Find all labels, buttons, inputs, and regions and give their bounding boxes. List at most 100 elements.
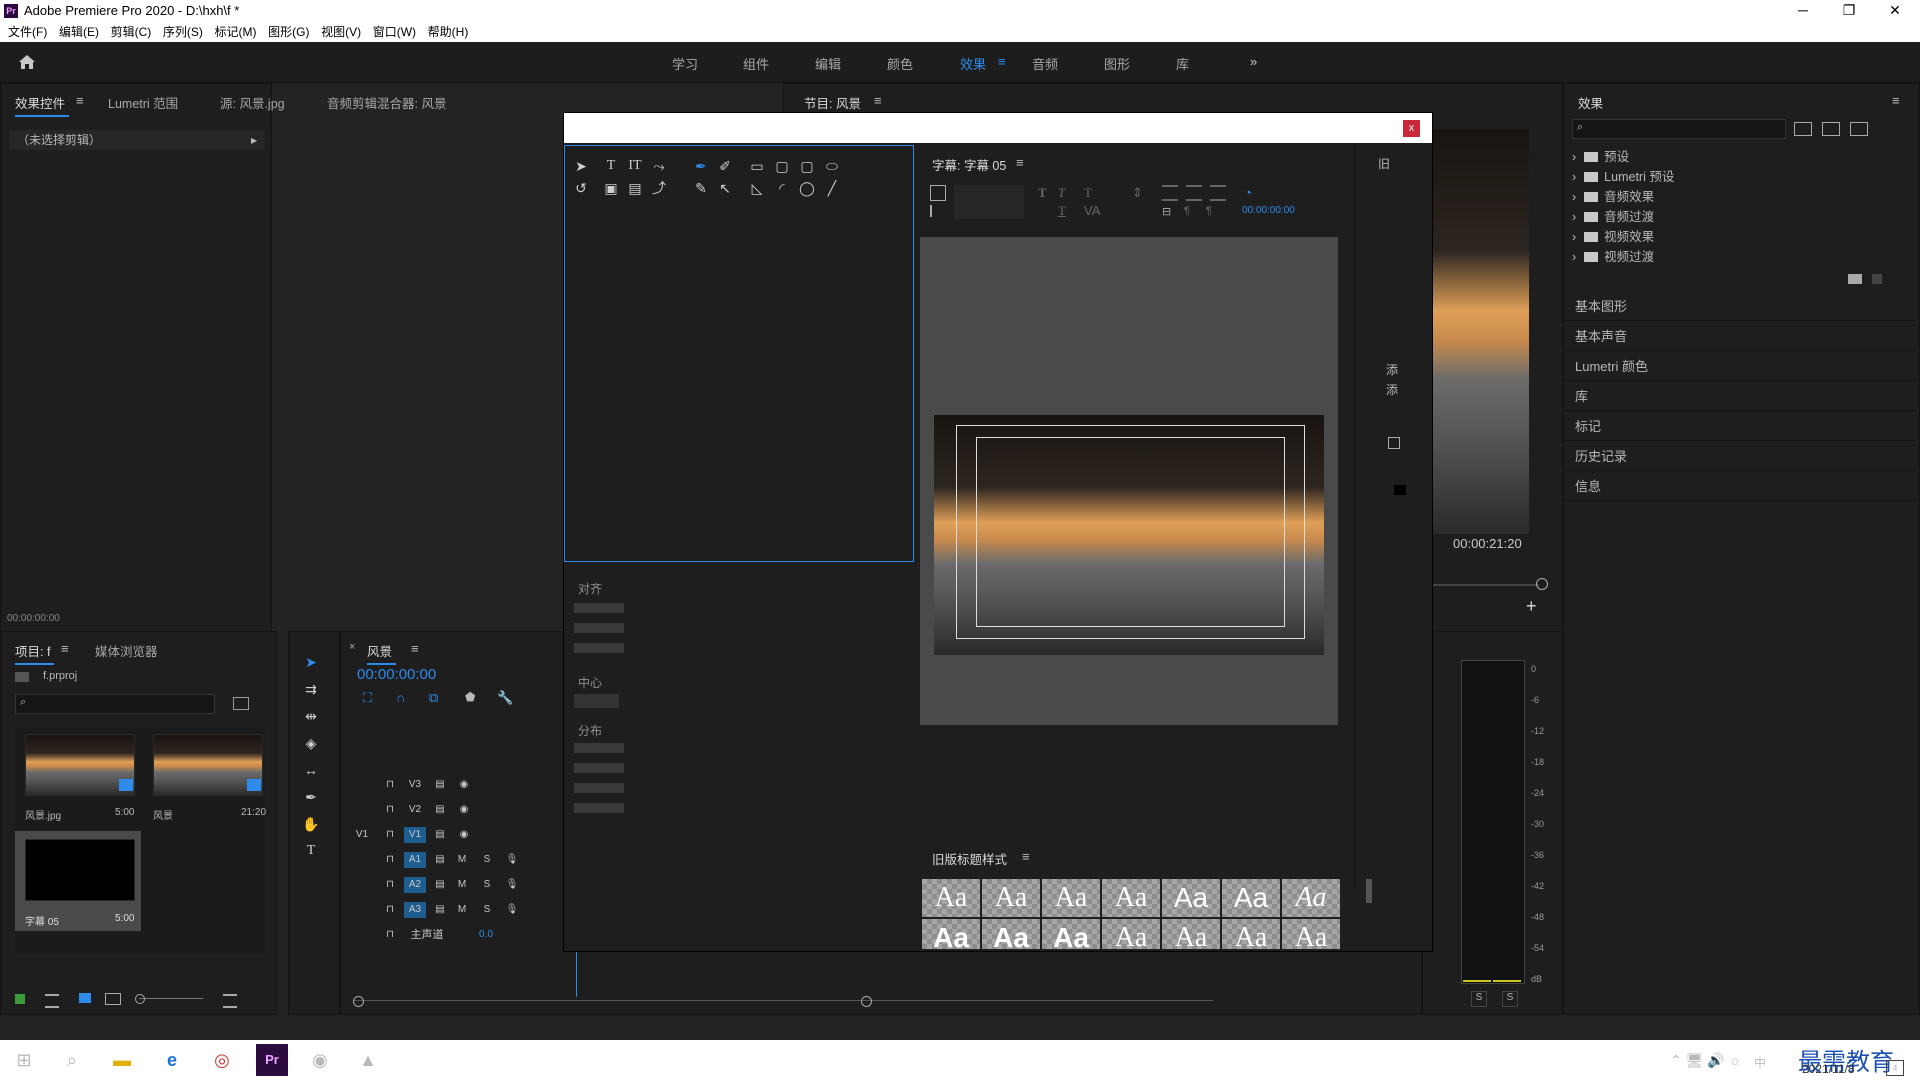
panel-essential-sound[interactable]: 基本声音 [1565,322,1915,351]
master-volume-value[interactable]: 0.0 [475,927,497,943]
track-source-patch[interactable] [351,777,373,793]
style-swatch[interactable]: Aa [1102,879,1160,917]
track-name[interactable]: V2 [404,802,426,818]
workspace-libraries[interactable]: 库 [1176,54,1189,73]
new-bin-icon[interactable] [233,697,249,710]
checkbox[interactable] [1388,437,1400,449]
solo-left-button[interactable]: S [1471,991,1487,1007]
type-tool-icon[interactable]: T [301,841,321,861]
sync-lock-icon[interactable]: ▤ [429,777,451,793]
solo-button[interactable]: S [476,852,498,868]
linked-selection-icon[interactable]: ⧉ [429,690,438,706]
track-source-patch[interactable] [351,902,373,918]
rounded-ellipse-tool-icon[interactable]: ⬭ [822,156,842,176]
styles-menu-icon[interactable]: ≡ [1022,849,1030,864]
close-button[interactable]: ✕ [1872,0,1918,22]
underline-icon[interactable]: T [1058,203,1066,219]
vertical-area-type-tool-icon[interactable]: ▤ [625,178,645,198]
menu-view[interactable]: 视图(V) [321,22,361,42]
tab-stops-icon[interactable]: ⊟ [1162,205,1171,218]
lock-icon[interactable] [15,994,25,1004]
delete-anchor-tool-icon[interactable]: ✐ [715,156,735,176]
solo-button[interactable]: S [476,877,498,893]
home-icon[interactable] [18,54,36,70]
ellipse-tool-icon[interactable]: ◯ [797,178,817,198]
track-source-patch[interactable] [351,802,373,818]
effects-folder-video-transitions[interactable]: › 视频过渡 [1572,246,1654,265]
panel-lumetri-color[interactable]: Lumetri 颜色 [1565,352,1915,381]
eye-icon[interactable]: ◉ [453,827,475,843]
panel-libraries[interactable]: 库 [1565,382,1915,411]
new-title-icon[interactable] [930,185,946,201]
timeline-close-icon[interactable]: × [349,641,355,653]
panel-essential-graphics[interactable]: 基本图形 [1565,292,1915,321]
ripple-edit-tool-icon[interactable]: ⇹ [301,706,321,726]
effects-menu-icon[interactable]: ≡ [1892,93,1900,108]
panel-menu-icon[interactable]: ≡ [76,93,84,108]
rounded-rectangle-tool-icon[interactable]: ▢ [772,156,792,176]
premiere-taskbar-icon[interactable]: Pr [256,1044,288,1076]
add-marker-icon[interactable]: ⬟ [465,690,475,704]
track-source-patch[interactable] [351,877,373,893]
align-right-icon[interactable] [1210,185,1226,201]
menu-edit[interactable]: 编辑(E) [59,22,99,42]
playhead[interactable] [576,952,577,997]
scrollbar-left-handle[interactable] [353,996,364,1007]
align-left-icon[interactable] [1162,185,1178,201]
rectangle-tool-icon[interactable]: ▭ [747,156,767,176]
system-tray-icons[interactable]: ⌃ 🖥 🔊 ☼ [1670,1052,1741,1069]
font-size-icon[interactable]: T [1084,185,1092,201]
style-swatch[interactable]: Aa [982,919,1040,953]
center-buttons[interactable] [574,694,619,708]
eye-icon[interactable]: ◉ [453,802,475,818]
list-view-icon[interactable] [45,994,59,1008]
style-swatch[interactable]: Aa [982,879,1040,917]
track-name[interactable]: A1 [404,852,426,868]
area-type-tool-icon[interactable]: ▣ [601,178,621,198]
vertical-path-type-tool-icon[interactable]: ⤴ [649,178,669,198]
voiceover-mic-icon[interactable]: 🎙 [501,877,523,893]
font-family-dropdown[interactable] [954,185,1024,219]
notification-badge[interactable]: 4 [1886,1060,1904,1076]
file-explorer-icon[interactable]: ▬ [108,1046,136,1074]
workspace-learning[interactable]: 学习 [672,54,698,73]
kerning-icon[interactable]: VA [1084,203,1100,218]
roll-crawl-icon[interactable] [930,205,946,217]
freeform-view-icon[interactable] [105,993,121,1005]
lock-icon[interactable]: ⊓ [379,777,401,793]
workspace-assembly[interactable]: 组件 [743,54,769,73]
effects-folder-presets[interactable]: › 预设 [1572,146,1629,165]
panel-history[interactable]: 历史记录 [1565,442,1915,471]
paint-app-icon[interactable]: ◎ [208,1046,236,1074]
hand-tool-icon[interactable]: ✋ [301,814,321,834]
project-menu-icon[interactable]: ≡ [61,641,69,656]
pen-tool-icon[interactable]: ✒ [301,787,321,807]
project-item-thumbnail-title[interactable] [25,839,135,901]
italic-icon[interactable]: T [1058,185,1065,201]
timeline-timecode[interactable]: 00:00:00:00 [357,666,436,683]
minimize-button[interactable]: ─ [1780,0,1826,22]
effects-search-input[interactable]: ⌕ [1572,119,1786,139]
tab-program[interactable]: 节目: 风景 [804,93,865,117]
menu-sequence[interactable]: 序列(S) [163,22,203,42]
solo-right-button[interactable]: S [1502,991,1518,1007]
slip-tool-icon[interactable]: ↔ [301,760,321,780]
path-type-tool-icon[interactable]: ⤳ [649,156,669,176]
maximize-button[interactable]: ❐ [1826,0,1872,22]
track-select-tool-icon[interactable]: ⇉ [301,679,321,699]
pen-tool-icon[interactable]: ✒ [691,156,711,176]
zoom-slider-handle[interactable] [135,994,145,1004]
more-workspaces-button[interactable]: » [1250,54,1257,69]
solo-button[interactable]: S [476,902,498,918]
yuv-effects-icon[interactable] [1850,122,1868,136]
eye-icon[interactable]: ◉ [453,777,475,793]
menu-file[interactable]: 文件(F) [8,22,47,42]
tab-timeline-sequence[interactable]: 风景 [367,641,397,665]
style-swatch[interactable]: Aa [1162,919,1220,953]
panel-markers[interactable]: 标记 [1565,412,1915,441]
style-swatch[interactable]: Aa [1282,919,1340,953]
line-tool-icon[interactable]: ╱ [822,178,842,198]
show-background-video-icon[interactable]: ◔ [1244,185,1252,200]
timeline-zoom-scrollbar[interactable] [353,1000,1213,1001]
wedge-tool-icon[interactable]: ◺ [747,178,767,198]
